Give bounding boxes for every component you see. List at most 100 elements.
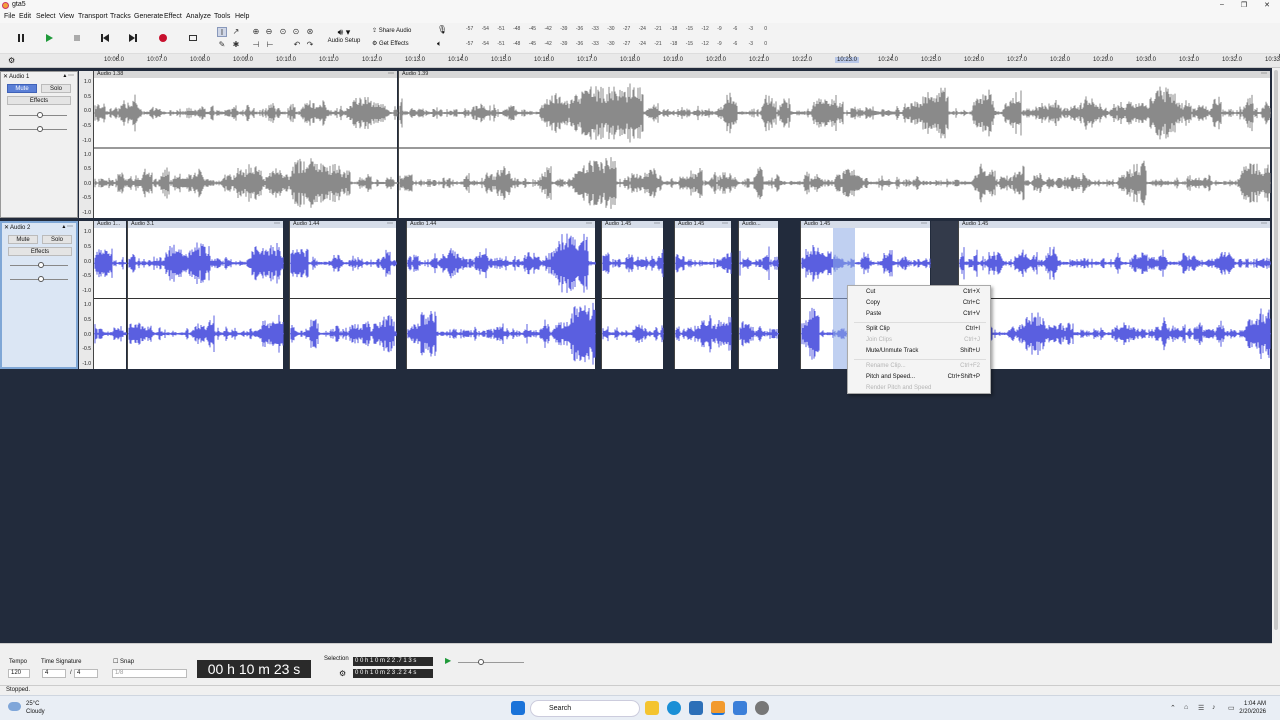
speaker-meter-icon[interactable]: 🔈︎	[437, 39, 442, 49]
solo-button[interactable]: Solo	[42, 235, 72, 244]
selection-end-field[interactable]: 0 0 h 1 0 m 2 3 .2 2 4 s	[353, 669, 433, 678]
skip-to-end-button[interactable]	[122, 28, 144, 48]
context-menu-item[interactable]: Cut Ctrl+X	[848, 287, 992, 298]
context-menu-item[interactable]: Copy Ctrl+C	[848, 298, 992, 309]
clip-title[interactable]: Audio 1.44	[407, 221, 595, 228]
tempo-input[interactable]: 120	[8, 669, 30, 678]
play-at-speed-icon[interactable]: ▶	[445, 656, 451, 665]
audacity-taskbar-icon[interactable]	[711, 701, 725, 715]
context-menu-item[interactable]: Pitch and Speed... Ctrl+Shift+P	[848, 372, 992, 383]
close-button[interactable]: ✕	[1261, 1, 1273, 9]
clip-title[interactable]: Audio 1.45	[801, 221, 930, 228]
start-icon[interactable]	[511, 701, 525, 715]
redo-icon[interactable]: ↷	[305, 40, 315, 50]
playback-meter[interactable]: -57 -54 -51 -48 -45 -42 -39 -36 -33 -30 -27 -24 -21-…	[444, 40, 829, 50]
menu-effect[interactable]: Effect	[164, 13, 182, 20]
menu-file[interactable]: File	[4, 13, 15, 20]
menu-edit[interactable]: Edit	[19, 13, 31, 20]
clock[interactable]: 1:04 AM 2/20/2026	[1239, 700, 1266, 716]
audio-clip[interactable]: Audio 3.1 ⋯	[127, 220, 284, 369]
draw-tool[interactable]: ✎	[217, 40, 227, 50]
trim-icon[interactable]: ⊣	[251, 40, 261, 50]
wifi-icon[interactable]: ☰	[1198, 704, 1204, 712]
zoom-in-icon[interactable]: ⊕	[251, 27, 261, 37]
context-menu-item[interactable]: Paste Ctrl+V	[848, 309, 992, 320]
maximize-button[interactable]: ❐	[1238, 1, 1250, 9]
zoom-toggle-icon[interactable]: ⊛	[305, 27, 315, 37]
track-menu-icon[interactable]: ▴ ⋯	[62, 223, 73, 230]
menu-view[interactable]: View	[59, 13, 74, 20]
audio-clip[interactable]: Audio...	[738, 221, 779, 369]
edge-icon[interactable]	[667, 701, 681, 715]
track-menu-icon[interactable]: ▴ ⋯	[63, 72, 74, 79]
audio-clip[interactable]: Audio 1...	[93, 221, 127, 369]
store-icon[interactable]	[689, 701, 703, 715]
timeline-ruler[interactable]: ⚙ 10:06.0 10:07.0 10:08.0 10:09.0 10:10.0 10:…	[0, 54, 1280, 68]
record-meter[interactable]: -57 -54 -51 -48 -45 -42 -39 -36 -33 -30 -27 -24 -21-…	[444, 25, 829, 35]
pan-slider[interactable]	[10, 276, 68, 282]
audio-clip[interactable]: Audio 1.45 ⋯	[674, 221, 732, 369]
vertical-scrollbar[interactable]	[1272, 68, 1280, 643]
weather-widget[interactable]: 25°C Cloudy	[26, 700, 45, 716]
clip-title[interactable]: Audio 1.38	[94, 71, 397, 78]
skip-to-start-button[interactable]	[94, 28, 116, 48]
pan-slider[interactable]	[9, 126, 67, 132]
chevron-up-icon[interactable]: ⌃	[1170, 704, 1176, 712]
menu-tools[interactable]: Tools	[214, 13, 230, 20]
play-button[interactable]	[38, 28, 60, 48]
menu-help[interactable]: Help	[235, 13, 249, 20]
audio-clip[interactable]: Audio 1.45 ⋯	[601, 220, 664, 369]
network-icon[interactable]: ⌂	[1184, 704, 1188, 711]
clip-menu-icon[interactable]: ⋯	[586, 220, 592, 227]
stop-button[interactable]	[66, 28, 88, 48]
zoom-out-icon[interactable]: ⊖	[264, 27, 274, 37]
track-name[interactable]: Audio 2	[10, 225, 30, 231]
effects-button[interactable]: Effects	[8, 247, 72, 256]
weather-icon[interactable]	[8, 702, 21, 711]
clip-menu-icon[interactable]: ⋯	[654, 220, 660, 227]
menu-generate[interactable]: Generate	[134, 13, 163, 20]
selection-start-field[interactable]: 0 0 h 1 0 m 2 2 .7 1 3 s	[353, 657, 433, 666]
timeline-options-icon[interactable]: ⚙	[8, 56, 15, 65]
time-signature-numerator[interactable]: 4	[42, 669, 66, 678]
audio-setup-button[interactable]: 🔊︎ ▾ Audio Setup	[325, 26, 363, 52]
clip-title[interactable]: Audio 1.44	[290, 221, 396, 228]
mute-button[interactable]: Mute	[8, 235, 38, 244]
volume-icon[interactable]: ♪	[1212, 704, 1216, 711]
menu-transport[interactable]: Transport	[78, 13, 108, 20]
menu-analyze[interactable]: Analyze	[186, 13, 211, 20]
time-signature-denominator[interactable]: 4	[74, 669, 98, 678]
audio-clip[interactable]: Audio 1.45 ⋯	[958, 221, 1271, 369]
undo-icon[interactable]: ↶	[292, 40, 302, 50]
multi-tool[interactable]: ✱	[231, 40, 241, 50]
record-button[interactable]	[152, 28, 174, 48]
snap-checkbox[interactable]: ☐ Snap	[113, 658, 134, 665]
track-control-audio-1[interactable]: ✕ Audio 1 ▴ ⋯ Mute Solo Effects	[0, 71, 78, 218]
clip-title[interactable]: Audio 1.45	[959, 221, 1270, 228]
snap-select[interactable]: 1/8	[112, 669, 187, 678]
menu-select[interactable]: Select	[36, 13, 55, 20]
silence-icon[interactable]: ⊢	[265, 40, 275, 50]
playback-speed-slider[interactable]	[458, 659, 524, 665]
close-track-icon[interactable]: ✕	[4, 224, 9, 231]
effects-button[interactable]: Effects	[7, 96, 71, 105]
gain-slider[interactable]	[9, 112, 67, 118]
time-display[interactable]: 00 h 10 m 23 s	[197, 660, 311, 678]
selection-tool[interactable]: I	[217, 27, 227, 37]
envelope-tool[interactable]: ↗	[231, 27, 241, 37]
clip-title[interactable]: Audio 3.1	[128, 221, 283, 228]
context-menu-item[interactable]: Split Clip Ctrl+I	[848, 324, 992, 335]
battery-icon[interactable]: ▭	[1228, 704, 1235, 712]
context-menu-item[interactable]: Mute/Unmute Track Shift+U	[848, 346, 992, 357]
track-name[interactable]: Audio 1	[9, 74, 29, 80]
taskbar-search[interactable]: Search	[530, 700, 640, 717]
fit-project-icon[interactable]: ⊙	[291, 27, 301, 37]
clip-title[interactable]: Audio 1.39	[399, 71, 1270, 78]
track-control-audio-2[interactable]: ✕ Audio 2 ▴ ⋯ Mute Solo Effects	[0, 221, 78, 369]
audio-clip[interactable]: Audio 1.38 ⋯	[93, 71, 398, 218]
clip-menu-icon[interactable]: ⋯	[274, 220, 280, 227]
audio-clip[interactable]: Audio 1.39 ⋯	[398, 71, 1271, 218]
loop-button[interactable]	[182, 28, 204, 48]
clip-title[interactable]: Audio...	[739, 221, 778, 228]
clip-title[interactable]: Audio 1...	[94, 221, 126, 228]
